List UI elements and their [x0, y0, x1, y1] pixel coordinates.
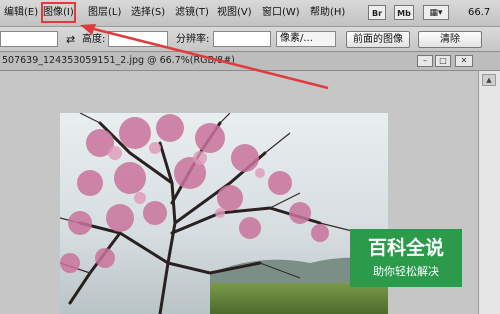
- minimize-icon[interactable]: –: [417, 55, 433, 67]
- scroll-up-icon[interactable]: ▲: [482, 74, 496, 86]
- unit-select[interactable]: 像素/...: [276, 31, 336, 47]
- menu-view[interactable]: 视图(V): [217, 4, 252, 21]
- document-image[interactable]: [60, 113, 388, 314]
- restore-icon[interactable]: □: [435, 55, 451, 67]
- document-titlebar: 507639_124353059151_2.jpg @ 66.7%(RGB/8#…: [0, 52, 500, 71]
- document-title: 507639_124353059151_2.jpg @ 66.7%(RGB/8#…: [2, 55, 235, 66]
- menu-image[interactable]: 图像(I): [41, 2, 76, 23]
- watermark-title: 百科全说: [367, 237, 444, 259]
- menu-help[interactable]: 帮助(H): [310, 4, 345, 21]
- watermark-logo: 百科全说 助你轻松解决: [350, 229, 462, 287]
- screen-mode-icon[interactable]: ▦▾: [423, 5, 449, 20]
- watermark-subtitle: 助你轻松解决: [373, 265, 439, 278]
- swap-icon[interactable]: ⇄: [66, 32, 75, 47]
- bridge-button[interactable]: Br: [368, 5, 386, 20]
- close-icon[interactable]: ✕: [455, 55, 473, 67]
- minibridge-button[interactable]: Mb: [394, 5, 414, 20]
- height-field[interactable]: [108, 31, 168, 47]
- resolution-label: 分辨率:: [176, 34, 210, 45]
- menu-edit[interactable]: 编辑(E): [4, 4, 38, 21]
- zoom-level[interactable]: 66.7: [468, 4, 490, 21]
- menu-layer[interactable]: 图层(L): [88, 4, 121, 21]
- vertical-scrollbar[interactable]: ▲: [478, 71, 500, 314]
- options-bar: ⇄ 高度: 分辨率: 像素/... 前面的图像 清除: [0, 27, 500, 52]
- menu-select[interactable]: 选择(S): [131, 4, 165, 21]
- tree-photo: [60, 113, 388, 314]
- menu-filter[interactable]: 滤镜(T): [175, 4, 209, 21]
- front-image-button[interactable]: 前面的图像: [346, 31, 410, 48]
- clear-button[interactable]: 清除: [418, 31, 482, 48]
- height-label: 高度:: [82, 34, 106, 45]
- menu-window[interactable]: 窗口(W): [262, 4, 300, 21]
- menu-bar: 编辑(E) 图像(I) 图层(L) 选择(S) 滤镜(T) 视图(V) 窗口(W…: [0, 0, 500, 27]
- resolution-field[interactable]: [213, 31, 271, 47]
- width-field[interactable]: [0, 31, 58, 47]
